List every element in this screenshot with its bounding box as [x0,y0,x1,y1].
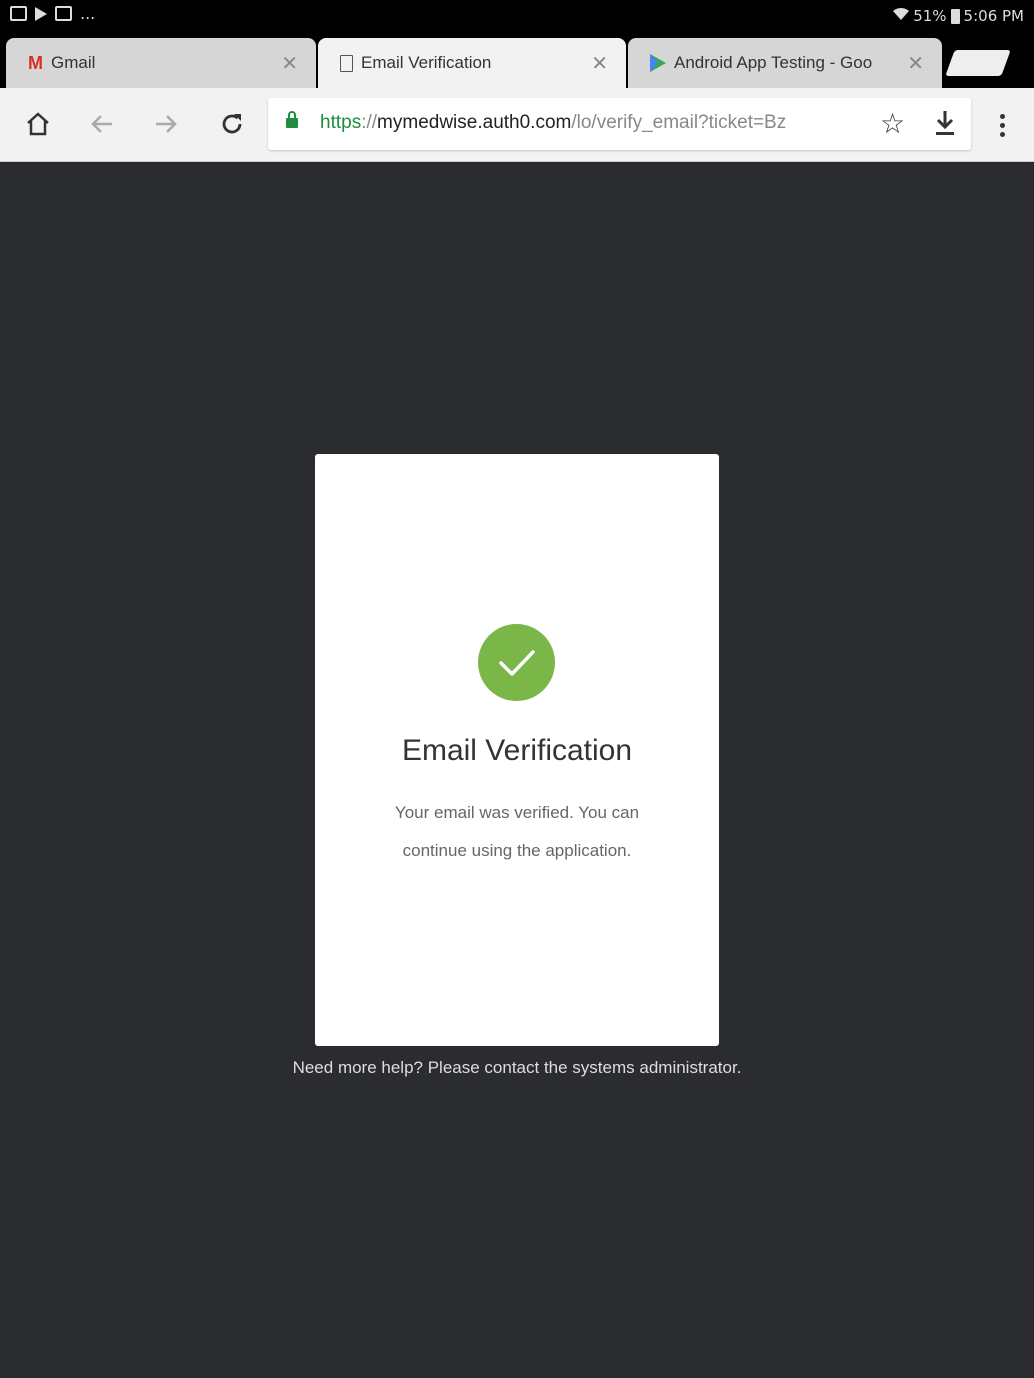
help-text: Need more help? Please contact the syste… [292,1058,742,1077]
tab-gmail[interactable]: M Gmail ✕ [6,38,316,88]
more-notifications-indicator: ... [80,3,96,23]
overflow-menu-icon[interactable] [992,108,1012,142]
status-bar: ... 51% 5:06 PM [0,0,1034,34]
tab-title: Gmail [51,53,96,72]
system-status: 51% 5:06 PM [893,7,1024,25]
close-tab-icon[interactable]: ✕ [591,51,608,76]
tab-title: Email Verification [361,53,492,72]
arrow-right-icon [156,115,177,133]
tab-email-verification[interactable]: Email Verification ✕ [318,38,626,88]
new-tab-button[interactable] [945,50,1011,76]
tab-android-app-testing[interactable]: Android App Testing - Goo ✕ [628,38,942,88]
bookmark-star-icon[interactable]: ☆ [880,107,905,140]
lock-icon [286,111,298,128]
app-notification-icon [55,6,72,21]
close-tab-icon[interactable]: ✕ [907,51,924,76]
wifi-icon [893,7,910,25]
battery-percent: 51% [913,7,947,25]
reload-button[interactable] [216,108,248,140]
url-scheme: https [320,112,362,133]
forward-button[interactable] [150,108,182,140]
play-notification-icon [35,6,47,21]
url-path: /lo/verify_email?ticket=Bz [571,112,787,133]
tab-title: Android App Testing - Goo [674,53,873,72]
gallery-notification-icon [10,6,27,21]
gmail-icon: M [28,52,43,73]
arrow-left-icon [91,115,112,133]
card-message: Your email was verified. You can continu… [394,803,640,860]
check-circle-icon [478,624,555,701]
url-text[interactable]: https://mymedwise.auth0.com/lo/verify_em… [320,112,872,134]
home-button[interactable] [22,108,54,140]
address-bar[interactable]: https://mymedwise.auth0.com/lo/verify_em… [268,98,971,150]
notification-icons: ... [10,3,96,23]
home-icon [27,112,49,136]
battery-icon [950,8,960,24]
download-icon[interactable] [932,108,958,145]
url-host: mymedwise.auth0.com [377,112,572,133]
back-button[interactable] [86,108,118,140]
card-title: Email Verification [401,734,633,767]
verification-card: Email Verification Your email was verifi… [315,454,719,1046]
reload-icon [222,114,242,134]
browser-toolbar: https://mymedwise.auth0.com/lo/verify_em… [0,88,1034,162]
play-store-icon [650,54,666,72]
tab-strip: M Gmail ✕ Email Verification ✕ Android A… [0,34,1034,88]
page-content: Email Verification Your email was verifi… [0,162,1034,1378]
close-tab-icon[interactable]: ✕ [281,51,298,76]
url-separator: :// [361,112,378,133]
clock: 5:06 PM [963,7,1024,25]
page-icon [340,54,353,72]
